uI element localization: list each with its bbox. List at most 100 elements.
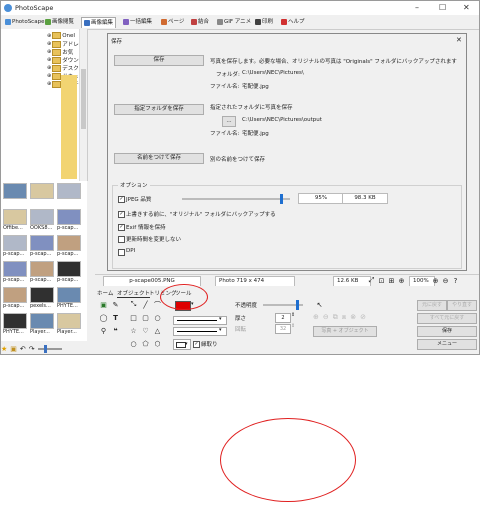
thumbnail-image[interactable] — [57, 261, 81, 277]
folder-icon[interactable]: ▣ — [10, 345, 17, 353]
quote-icon[interactable]: ❝ — [111, 326, 120, 335]
send-back-icon[interactable]: ⊖ — [323, 313, 329, 322]
menu-tab-6[interactable]: GIF アニメ — [215, 17, 253, 27]
tree-item[interactable]: ⊕ アドレ — [47, 40, 79, 48]
zoom-actual-icon[interactable]: ⊞ — [387, 276, 396, 285]
thumbnail-image[interactable] — [57, 287, 81, 303]
dialog-close-button[interactable]: ✕ — [456, 36, 462, 44]
thumbnail-image[interactable] — [30, 235, 54, 251]
fit-screen-icon[interactable]: ⤢ — [367, 276, 376, 285]
undo-button[interactable]: 元に戻す — [417, 300, 447, 311]
tree-item[interactable]: ⊕ ダウン — [47, 56, 79, 64]
tree-scroll-thumb[interactable] — [81, 69, 86, 129]
thumbnail-image[interactable] — [30, 261, 54, 277]
tab-home[interactable]: ホーム — [97, 289, 113, 297]
thumbnail-image[interactable] — [30, 287, 54, 303]
jpeg-quality-slider-thumb[interactable] — [279, 194, 283, 204]
rotate-spinner[interactable]: ⇕ — [291, 323, 295, 329]
circle-outline-icon[interactable]: ○ — [129, 339, 138, 348]
expand-icon[interactable]: ⊕ — [47, 41, 51, 47]
bring-front-icon[interactable]: ⊕ — [313, 313, 319, 322]
circle-icon[interactable]: ○ — [153, 313, 162, 322]
line-style-select[interactable]: ▾ — [173, 316, 227, 325]
menu-tab-8[interactable]: ヘルプ — [279, 17, 307, 27]
zoom-out-round-icon[interactable]: ⊖ — [441, 276, 450, 285]
save-button[interactable]: 保存 — [114, 55, 204, 66]
exif-checkbox[interactable]: ✓ — [118, 224, 125, 231]
square-icon[interactable]: □ — [129, 313, 138, 322]
thickness-spinner[interactable]: ⇕ — [291, 312, 295, 318]
menu-tab-5[interactable]: 結合 — [189, 17, 211, 27]
star-icon[interactable]: ★ — [1, 345, 7, 353]
undo-all-button[interactable]: すべて元に戻す — [417, 313, 477, 324]
thumbnail-image[interactable] — [3, 235, 27, 251]
thickness-input[interactable]: 2 — [275, 313, 291, 323]
photo-object-button[interactable]: 写真 + オブジェクト — [313, 326, 377, 337]
help-round-icon[interactable]: ? — [451, 276, 460, 285]
selection-icon[interactable]: ⤡ — [129, 300, 138, 309]
menu-tab-0[interactable]: PhotoScape — [3, 17, 46, 27]
jpeg-quality-slider[interactable] — [182, 194, 290, 204]
jpeg-quality-checkbox[interactable]: ✓ — [118, 196, 125, 203]
speech-bubble-icon[interactable]: ◯ — [99, 313, 108, 322]
expand-icon[interactable]: ⊕ — [47, 49, 51, 55]
menu-tab-2[interactable]: 画像編集 — [81, 17, 117, 28]
triangle-shape-icon[interactable]: △ — [153, 326, 162, 335]
expand-icon[interactable]: ⊕ — [47, 73, 51, 79]
opacity-slider-thumb[interactable] — [296, 300, 300, 310]
tab-object[interactable]: オブジェクト — [117, 289, 151, 298]
thumbnail-image[interactable] — [57, 235, 81, 251]
expand-icon[interactable]: ⊕ — [47, 57, 51, 63]
thumbnail-image[interactable] — [3, 261, 27, 277]
thumbnail-image[interactable] — [30, 183, 54, 199]
fill-color-select[interactable]: ▾ — [173, 339, 191, 350]
more-object-icon[interactable]: ⊘ — [360, 313, 366, 322]
tree-item[interactable]: ⊕ デスク — [47, 64, 79, 72]
heart-shape-icon[interactable]: ♡ — [141, 326, 150, 335]
expand-icon[interactable]: ⊕ — [47, 65, 51, 71]
thumbnail-image[interactable] — [3, 313, 27, 329]
thumbnail-image[interactable] — [3, 183, 27, 199]
rounded-square-icon[interactable]: ▢ — [141, 313, 150, 322]
save-as-button[interactable]: 名前をつけて保存 — [114, 153, 204, 164]
pointer-icon[interactable]: ↖ — [315, 300, 324, 309]
menu-tab-1[interactable]: 画像閲覧 — [43, 17, 76, 27]
align-icon[interactable]: ⧉ — [333, 313, 338, 322]
opacity-slider[interactable] — [263, 300, 303, 310]
thumbnail-image[interactable] — [57, 313, 81, 329]
browse-folder-button[interactable]: ... — [222, 116, 236, 127]
redo-arrow-icon[interactable]: ↷ — [29, 345, 35, 353]
copy-object-icon[interactable]: ⧈ — [342, 313, 346, 322]
maximize-button[interactable]: ☐ — [439, 3, 446, 12]
menu-tab-7[interactable]: 印刷 — [253, 17, 275, 27]
thumbnail-image[interactable] — [3, 287, 27, 303]
menu-tab-4[interactable]: ページ — [159, 17, 186, 27]
thumbnail-image[interactable] — [57, 183, 81, 199]
thumbnail-image[interactable] — [57, 209, 81, 225]
tree-item[interactable]: ⊕ OneI — [47, 32, 75, 39]
undo-arrow-icon[interactable]: ↶ — [20, 345, 26, 353]
magic-wand-icon[interactable]: ✎ — [111, 300, 120, 309]
thumb-size-slider[interactable] — [37, 345, 62, 353]
backup-checkbox[interactable]: ✓ — [118, 211, 125, 218]
keep-time-checkbox[interactable] — [118, 236, 125, 243]
line-pattern-select[interactable]: ▾ — [173, 327, 227, 336]
tree-item[interactable]: ⊕ お気 — [47, 48, 73, 56]
save-to-folder-button[interactable]: 指定フォルダを保存 — [114, 104, 204, 115]
clone-icon[interactable]: ⚲ — [99, 326, 108, 335]
thumbnail-image[interactable] — [3, 209, 27, 225]
redo-button[interactable]: やり直す — [447, 300, 477, 311]
delete-object-icon[interactable]: ⊗ — [350, 313, 356, 322]
menu-tab-3[interactable]: 一括編集 — [121, 17, 154, 27]
menu-button[interactable]: メニュー — [417, 339, 477, 350]
thumbnail-image[interactable] — [30, 313, 54, 329]
close-window-button[interactable]: ✕ — [463, 3, 470, 12]
line-icon[interactable]: ╱ — [141, 300, 150, 309]
zoom-in-icon[interactable]: ⊕ — [397, 276, 406, 285]
fill-checkbox[interactable]: ✓ — [193, 341, 200, 348]
hexagon-icon[interactable]: ⬡ — [153, 339, 162, 348]
rotate-input[interactable]: 32 — [275, 324, 291, 334]
minimize-button[interactable]: – — [415, 3, 419, 12]
expand-icon[interactable]: ⊕ — [47, 81, 51, 87]
pentagon-icon[interactable]: ⬠ — [141, 339, 150, 348]
